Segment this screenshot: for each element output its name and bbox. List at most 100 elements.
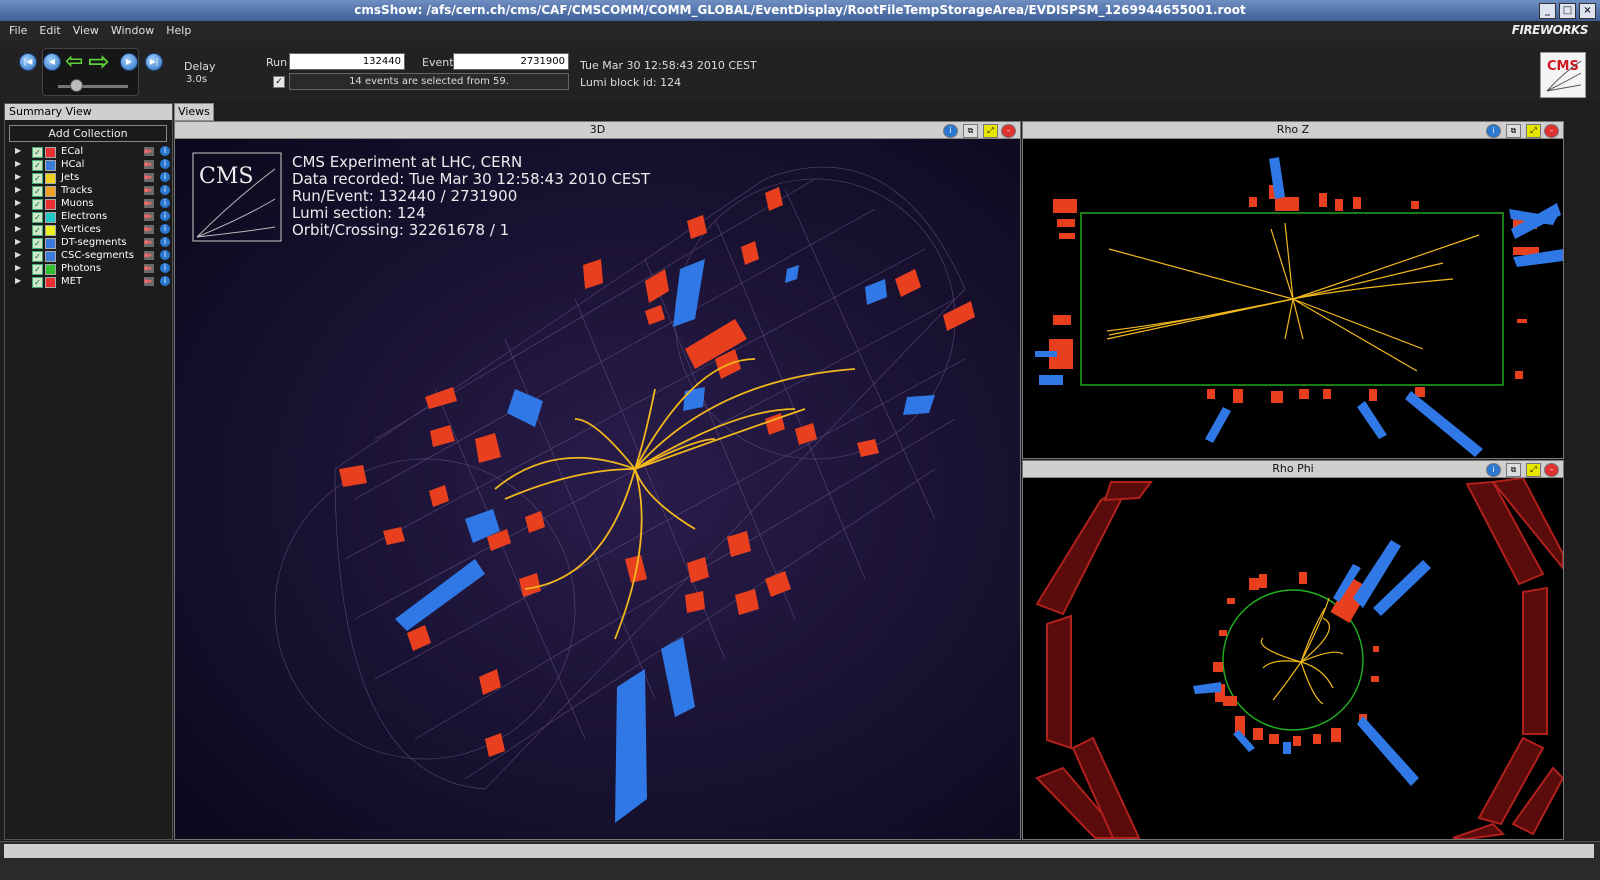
- play-forward-icon[interactable]: ⇨: [88, 49, 110, 75]
- filter-icon[interactable]: ▪▸: [144, 238, 154, 247]
- visibility-checkbox[interactable]: ✓: [32, 277, 43, 288]
- info-icon[interactable]: i: [160, 211, 170, 221]
- collection-row[interactable]: ▶ ✓ Muons ▪▸ i: [9, 198, 170, 211]
- color-swatch[interactable]: [45, 251, 56, 262]
- filter-icon[interactable]: ▪▸: [144, 160, 154, 169]
- visibility-checkbox[interactable]: ✓: [32, 186, 43, 197]
- last-event-icon[interactable]: ▶|: [145, 53, 163, 71]
- filter-icon[interactable]: ▪▸: [144, 225, 154, 234]
- expand-icon[interactable]: ▶: [15, 263, 21, 272]
- close-view-icon[interactable]: –: [1544, 463, 1559, 477]
- color-swatch[interactable]: [45, 238, 56, 249]
- undock-icon[interactable]: ⧉: [963, 124, 978, 138]
- visibility-checkbox[interactable]: ✓: [32, 147, 43, 158]
- visibility-checkbox[interactable]: ✓: [32, 225, 43, 236]
- close-view-icon[interactable]: –: [1544, 124, 1559, 138]
- expand-icon[interactable]: ▶: [15, 146, 21, 155]
- filter-icon[interactable]: ▪▸: [144, 264, 154, 273]
- tab-views[interactable]: Views: [174, 103, 214, 121]
- info-icon[interactable]: i: [160, 250, 170, 260]
- color-swatch[interactable]: [45, 277, 56, 288]
- info-icon[interactable]: i: [160, 172, 170, 182]
- info-icon[interactable]: i: [1486, 463, 1501, 477]
- menu-help[interactable]: Help: [160, 21, 197, 41]
- collection-row[interactable]: ▶ ✓ DT-segments ▪▸ i: [9, 237, 170, 250]
- info-icon[interactable]: i: [1486, 124, 1501, 138]
- expand-icon[interactable]: ▶: [15, 237, 21, 246]
- run-input[interactable]: 132440: [289, 53, 405, 70]
- collection-row[interactable]: ▶ ✓ Photons ▪▸ i: [9, 263, 170, 276]
- previous-event-icon[interactable]: ◀: [43, 53, 61, 71]
- menu-edit[interactable]: Edit: [33, 21, 66, 41]
- collection-row[interactable]: ▶ ✓ Jets ▪▸ i: [9, 172, 170, 185]
- add-collection-button[interactable]: Add Collection: [9, 125, 167, 142]
- delay-slider-track[interactable]: [58, 85, 128, 88]
- next-event-icon[interactable]: ▶: [120, 53, 138, 71]
- color-swatch[interactable]: [45, 212, 56, 223]
- expand-icon[interactable]: ▶: [15, 211, 21, 220]
- visibility-checkbox[interactable]: ✓: [32, 238, 43, 249]
- maximize-view-icon[interactable]: ⤢: [1526, 463, 1541, 477]
- filter-icon[interactable]: ▪▸: [144, 186, 154, 195]
- collection-row[interactable]: ▶ ✓ HCal ▪▸ i: [9, 159, 170, 172]
- expand-icon[interactable]: ▶: [15, 159, 21, 168]
- info-icon[interactable]: i: [160, 276, 170, 286]
- filter-status[interactable]: 14 events are selected from 59.: [289, 73, 569, 90]
- filter-checkbox[interactable]: ✓: [273, 76, 285, 88]
- filter-icon[interactable]: ▪▸: [144, 212, 154, 221]
- expand-icon[interactable]: ▶: [15, 276, 21, 285]
- visibility-checkbox[interactable]: ✓: [32, 264, 43, 275]
- collection-row[interactable]: ▶ ✓ MET ▪▸ i: [9, 276, 170, 289]
- color-swatch[interactable]: [45, 264, 56, 275]
- visibility-checkbox[interactable]: ✓: [32, 212, 43, 223]
- filter-icon[interactable]: ▪▸: [144, 251, 154, 260]
- expand-icon[interactable]: ▶: [15, 224, 21, 233]
- maximize-button[interactable]: □: [1559, 3, 1576, 19]
- info-icon[interactable]: i: [160, 146, 170, 156]
- menu-window[interactable]: Window: [105, 21, 160, 41]
- play-backward-icon[interactable]: ⇦: [65, 51, 83, 73]
- color-swatch[interactable]: [45, 147, 56, 158]
- first-event-icon[interactable]: |◀: [19, 53, 37, 71]
- close-button[interactable]: ×: [1579, 3, 1596, 19]
- info-icon[interactable]: i: [160, 159, 170, 169]
- visibility-checkbox[interactable]: ✓: [32, 173, 43, 184]
- visibility-checkbox[interactable]: ✓: [32, 160, 43, 171]
- info-icon[interactable]: i: [160, 185, 170, 195]
- info-icon[interactable]: i: [160, 263, 170, 273]
- event-input[interactable]: 2731900: [453, 53, 569, 70]
- collection-row[interactable]: ▶ ✓ Vertices ▪▸ i: [9, 224, 170, 237]
- view-rho-z-canvas[interactable]: [1023, 139, 1563, 458]
- info-icon[interactable]: i: [943, 124, 958, 138]
- collection-row[interactable]: ▶ ✓ Tracks ▪▸ i: [9, 185, 170, 198]
- filter-icon[interactable]: ▪▸: [144, 147, 154, 156]
- minimize-button[interactable]: _: [1539, 3, 1556, 19]
- collection-row[interactable]: ▶ ✓ CSC-segments ▪▸ i: [9, 250, 170, 263]
- filter-icon[interactable]: ▪▸: [144, 277, 154, 286]
- expand-icon[interactable]: ▶: [15, 250, 21, 259]
- expand-icon[interactable]: ▶: [15, 198, 21, 207]
- info-icon[interactable]: i: [160, 224, 170, 234]
- menu-view[interactable]: View: [67, 21, 105, 41]
- color-swatch[interactable]: [45, 186, 56, 197]
- expand-icon[interactable]: ▶: [15, 172, 21, 181]
- menu-file[interactable]: File: [0, 21, 33, 41]
- filter-icon[interactable]: ▪▸: [144, 199, 154, 208]
- info-icon[interactable]: i: [160, 237, 170, 247]
- info-icon[interactable]: i: [160, 198, 170, 208]
- color-swatch[interactable]: [45, 160, 56, 171]
- delay-slider-knob[interactable]: [70, 79, 83, 92]
- close-view-icon[interactable]: –: [1001, 124, 1016, 138]
- expand-icon[interactable]: ▶: [15, 185, 21, 194]
- collection-row[interactable]: ▶ ✓ ECal ▪▸ i: [9, 146, 170, 159]
- visibility-checkbox[interactable]: ✓: [32, 199, 43, 210]
- color-swatch[interactable]: [45, 173, 56, 184]
- undock-icon[interactable]: ⧉: [1506, 463, 1521, 477]
- collection-row[interactable]: ▶ ✓ Electrons ▪▸ i: [9, 211, 170, 224]
- color-swatch[interactable]: [45, 199, 56, 210]
- filter-icon[interactable]: ▪▸: [144, 173, 154, 182]
- undock-icon[interactable]: ⧉: [1506, 124, 1521, 138]
- maximize-view-icon[interactable]: ⤢: [983, 124, 998, 138]
- view-rho-phi-canvas[interactable]: [1023, 478, 1563, 839]
- color-swatch[interactable]: [45, 225, 56, 236]
